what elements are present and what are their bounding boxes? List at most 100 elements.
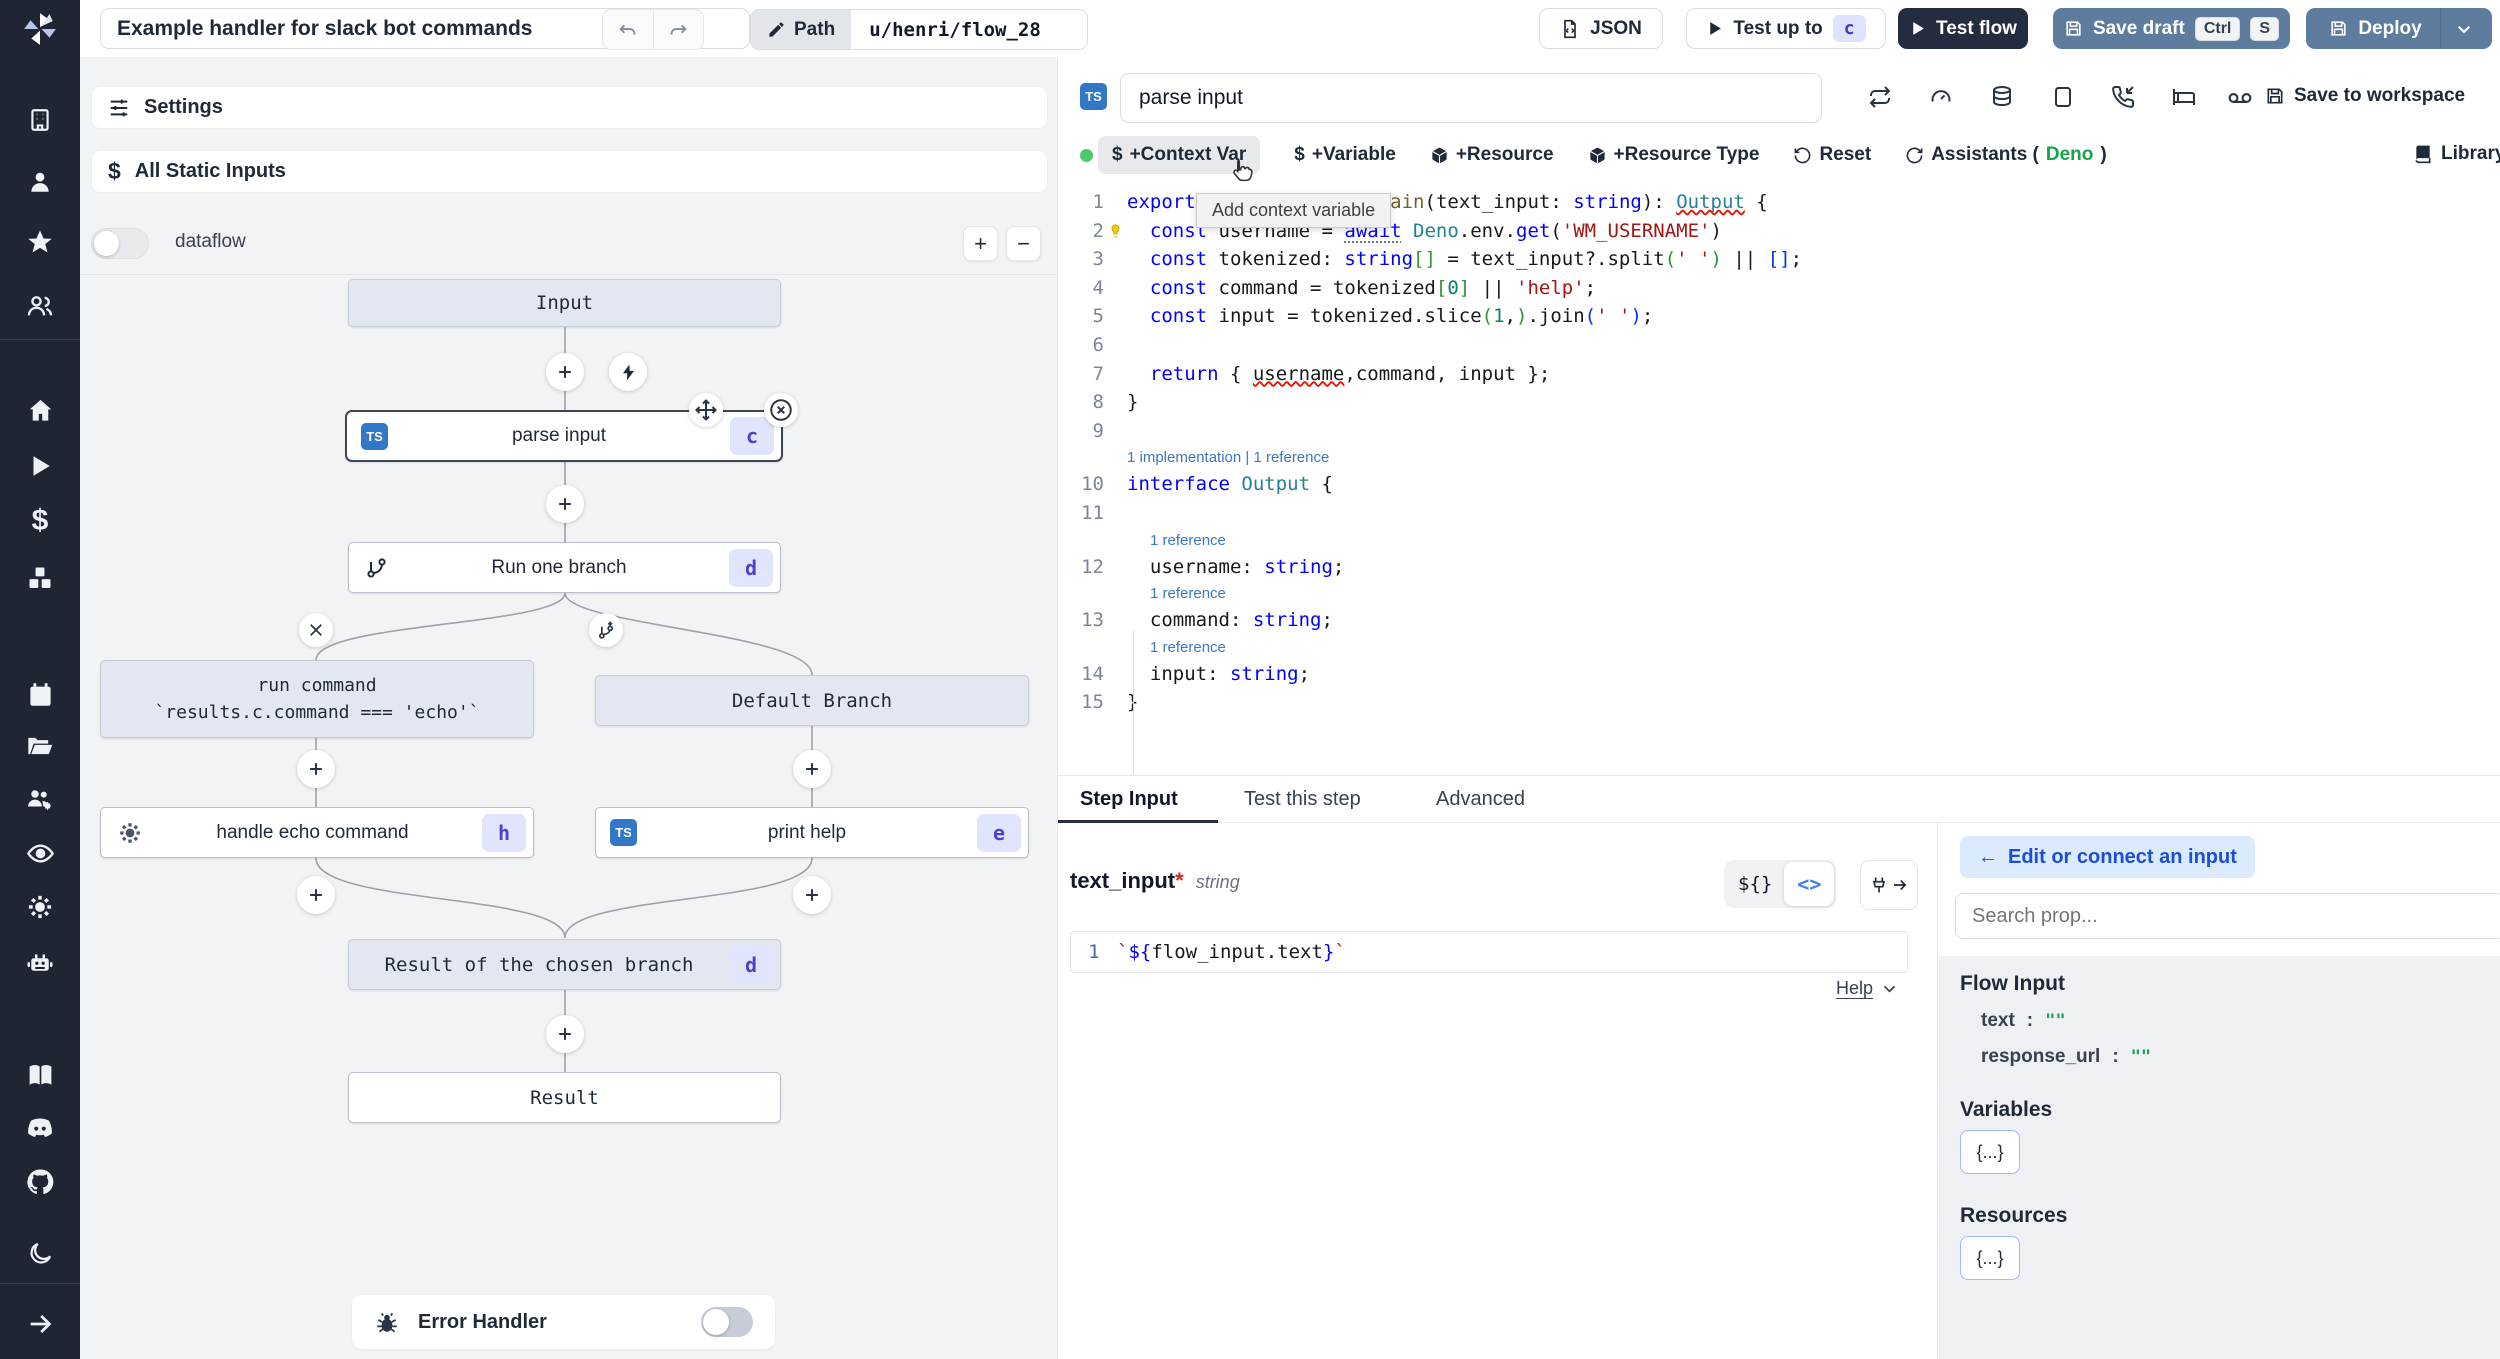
prop-row-response-url[interactable]: response_url: "" [1981,1046,2500,1068]
runs-play-icon[interactable] [0,446,80,486]
github-icon[interactable] [0,1162,80,1202]
flow-settings-button[interactable]: Settings [91,86,1048,129]
node-print-help[interactable]: TS print help e [595,807,1029,858]
bed-icon[interactable] [2172,85,2196,109]
json-button[interactable]: JSON [1539,8,1663,49]
path-value-input[interactable]: u/henri/flow_28 [851,10,1088,49]
resources-object-chip[interactable]: {...} [1960,1236,2020,1280]
tab-step-input[interactable]: Step Input [1080,776,1178,822]
home-icon[interactable] [0,390,80,430]
windmill-logo-icon[interactable] [0,0,80,57]
node-result[interactable]: Result [348,1072,781,1123]
connect-panel: ← Edit or connect an input Flow Input te… [1937,823,2500,1359]
code-editor[interactable]: 1export async function main(text_input: … [1058,188,2500,788]
add-step-button[interactable] [793,876,831,914]
node-input[interactable]: Input [348,279,781,327]
save-to-workspace-button[interactable]: Save to workspace [2265,85,2465,107]
members-users-icon[interactable] [0,286,80,326]
folders-icon[interactable] [0,726,80,766]
deploy-button[interactable]: Deploy [2311,18,2439,40]
gauge-icon[interactable] [1929,85,1953,109]
schedules-calendar-icon[interactable] [0,674,80,714]
deploy-dropdown-button[interactable] [2441,20,2487,38]
add-step-button[interactable] [793,750,831,788]
phone-incoming-icon[interactable] [2111,85,2135,109]
dark-mode-moon-icon[interactable] [0,1233,80,1273]
play-icon [1710,22,1722,35]
add-step-button[interactable] [546,1015,584,1053]
sliders-icon [110,99,128,116]
codelens[interactable]: 1 implementation | 1 reference [1058,445,2500,470]
tab-test-this-step[interactable]: Test this step [1244,776,1361,822]
reset-button[interactable]: Reset [1793,144,1871,166]
test-flow-button[interactable]: Test flow [1898,8,2028,49]
add-step-button[interactable] [297,750,335,788]
node-result-chosen-branch[interactable]: Result of the chosen branch d [348,939,781,990]
user-icon[interactable] [0,162,80,202]
expr-tokens: `${flow_input.text}` [1117,941,1346,963]
library-button[interactable]: Library [2413,143,2500,165]
dataflow-toggle[interactable] [91,228,149,259]
node-branch-run-command[interactable]: run command `results.c.command === 'echo… [100,660,534,738]
test-up-to-button[interactable]: Test up to c [1686,8,1886,49]
add-step-button[interactable] [297,876,335,914]
repeat-icon[interactable] [1868,85,1892,109]
expand-arrow-right-icon[interactable] [0,1304,80,1344]
add-step-button[interactable] [546,353,584,391]
square-icon[interactable] [2051,85,2075,109]
codelens[interactable]: 1 reference [1058,581,2500,606]
zoom-out-button[interactable]: − [1006,226,1041,261]
add-step-button[interactable] [546,485,584,523]
zoom-in-button[interactable]: + [963,226,998,261]
delete-step-button[interactable] [764,393,798,427]
assistants-button[interactable]: Assistants (Deno) [1905,144,2107,166]
prop-row-text[interactable]: text: "" [1981,1010,2500,1032]
node-handle-echo-id-badge: h [482,813,526,852]
remove-branch-button[interactable] [299,613,333,647]
add-resource-type-button[interactable]: +Resource Type [1588,144,1759,166]
dollar-icon: $ [1112,144,1123,165]
help-link[interactable]: Help [1836,978,1898,999]
settings-gear-icon[interactable] [0,887,80,927]
expression-editor[interactable]: 1 `${flow_input.text}` [1070,931,1908,973]
database-icon[interactable] [1990,85,2014,109]
codelens[interactable]: 1 reference [1058,528,2500,553]
workers-robot-icon[interactable] [0,942,80,982]
resources-boxes-icon[interactable] [0,558,80,598]
add-resource-button[interactable]: +Resource [1430,144,1554,166]
groups-users-gear-icon[interactable] [0,779,80,819]
field-name-text: text_input [1070,868,1176,893]
node-default-branch[interactable]: Default Branch [595,675,1029,726]
step-name-input[interactable] [1120,73,1822,123]
tab-advanced[interactable]: Advanced [1436,776,1525,822]
redo-button[interactable] [652,10,704,49]
error-handler-toggle[interactable] [701,1307,753,1337]
undo-button[interactable] [603,10,653,49]
add-branch-button[interactable] [589,613,623,647]
path-edit-button[interactable]: Path [751,10,852,49]
connect-input-plug-button[interactable] [1860,860,1918,910]
search-prop-input[interactable] [1955,893,2500,939]
save-draft-button[interactable]: Save draft Ctrl S [2053,8,2290,49]
discord-icon[interactable] [0,1108,80,1148]
all-static-inputs-button[interactable]: $ All Static Inputs [91,150,1048,193]
add-variable-button[interactable]: $ +Variable [1294,144,1396,166]
docs-book-icon[interactable] [0,1055,80,1095]
windmill-flow-editor: $ Path u/henri/flow_28 JSON [0,0,2500,1359]
code-mode-button[interactable]: <> [1784,862,1835,906]
voicemail-icon[interactable] [2227,85,2253,111]
favorites-star-icon[interactable] [0,222,80,262]
variables-dollar-icon[interactable]: $ [0,501,80,541]
node-handle-echo-command[interactable]: handle echo command h [100,807,534,858]
template-mode-button[interactable]: ${} [1726,873,1784,895]
test-flow-label: Test flow [1936,17,2017,39]
trigger-bolt-button[interactable] [609,353,647,391]
required-asterisk: * [1175,868,1184,893]
move-step-button[interactable] [689,393,723,427]
audit-eye-icon[interactable] [0,833,80,873]
node-run-one-branch[interactable]: Run one branch d [348,542,781,593]
variables-object-chip[interactable]: {...} [1960,1130,2020,1174]
codelens[interactable]: 1 reference [1058,635,2500,660]
edit-or-connect-button[interactable]: ← Edit or connect an input [1960,836,2255,878]
workspace-building-icon[interactable] [0,100,80,140]
